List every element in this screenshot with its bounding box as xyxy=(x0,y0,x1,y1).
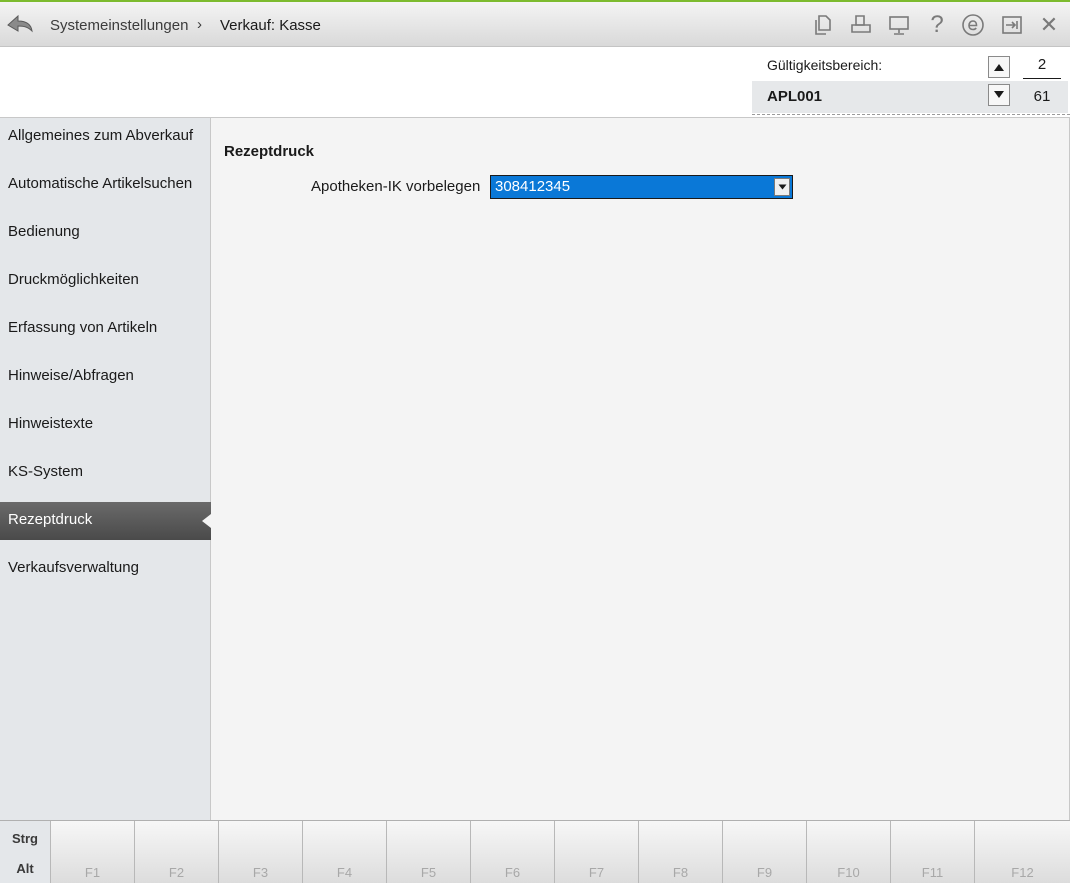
sidebar-item-label: Rezeptdruck xyxy=(8,511,93,528)
modifier-strg: Strg xyxy=(12,831,38,846)
sidebar-item-artikelsuchen[interactable]: Automatische Artikelsuchen xyxy=(0,166,211,204)
sidebar: Allgemeines zum Abverkauf Automatische A… xyxy=(0,117,211,820)
breadcrumb-separator: › xyxy=(197,16,202,33)
fkey-f3[interactable]: F3 xyxy=(218,821,302,883)
page-title: Verkauf: Kasse xyxy=(220,17,321,34)
sidebar-item-allgemeines[interactable]: Allgemeines zum Abverkauf xyxy=(0,118,211,156)
sidebar-item-label: Allgemeines zum Abverkauf xyxy=(8,127,194,144)
fkey-f10[interactable]: F10 xyxy=(806,821,890,883)
active-pointer-icon xyxy=(202,514,211,528)
close-glyph: ✕ xyxy=(1039,12,1059,37)
fkey-label: F6 xyxy=(504,865,521,880)
scope-code: APL001 xyxy=(767,88,823,105)
sidebar-item-hinweistexte[interactable]: Hinweistexte xyxy=(0,406,211,444)
apotheken-ik-select[interactable]: 308412345 xyxy=(490,175,793,199)
scope-label: Gültigkeitsbereich: xyxy=(767,57,883,73)
close-icon[interactable]: ✕ xyxy=(1037,13,1061,37)
scope-up-button[interactable] xyxy=(988,56,1010,78)
triangle-down-icon xyxy=(994,91,1004,98)
fkey-f5[interactable]: F5 xyxy=(386,821,470,883)
fkey-f2[interactable]: F2 xyxy=(134,821,218,883)
scope-divider xyxy=(1023,78,1061,79)
sidebar-item-druckmoeglichkeiten[interactable]: Druckmöglichkeiten xyxy=(0,262,211,300)
scope-code-row: APL001 xyxy=(752,81,1068,113)
help-glyph: ? xyxy=(930,11,944,38)
sidebar-item-label: Verkaufsverwaltung xyxy=(8,559,139,576)
sidebar-item-label: Hinweise/Abfragen xyxy=(8,367,134,384)
sidebar-item-label: Bedienung xyxy=(8,223,80,240)
fkey-f4[interactable]: F4 xyxy=(302,821,386,883)
sidebar-item-hinweise-abfragen[interactable]: Hinweise/Abfragen xyxy=(0,358,211,396)
fkey-f7[interactable]: F7 xyxy=(554,821,638,883)
fkey-label: F2 xyxy=(168,865,185,880)
sidebar-item-label: Erfassung von Artikeln xyxy=(8,319,158,336)
section-title: Rezeptdruck xyxy=(224,143,315,160)
fkey-label: F3 xyxy=(252,865,269,880)
modifier-column: Strg Alt xyxy=(0,821,50,883)
sidebar-item-erfassung[interactable]: Erfassung von Artikeln xyxy=(0,310,211,348)
top-info-area: Gültigkeitsbereich: APL001 2 61 xyxy=(0,47,1070,117)
e-info-icon[interactable] xyxy=(961,13,985,37)
copy-document-icon[interactable] xyxy=(811,13,835,37)
fkey-label: F11 xyxy=(921,865,944,880)
dropdown-button[interactable] xyxy=(774,178,790,196)
scope-panel: Gültigkeitsbereich: APL001 2 61 xyxy=(752,47,1070,115)
apotheken-ik-value: 308412345 xyxy=(495,178,571,195)
content-panel: Rezeptdruck Apotheken-IK vorbelegen 3084… xyxy=(211,117,1070,820)
sidebar-item-rezeptdruck[interactable]: Rezeptdruck xyxy=(0,502,211,540)
fkey-f9[interactable]: F9 xyxy=(722,821,806,883)
fkey-label: F4 xyxy=(336,865,353,880)
sidebar-item-label: Automatische Artikelsuchen xyxy=(8,175,193,192)
sidebar-item-label: Druckmöglichkeiten xyxy=(8,271,139,288)
fkey-label: F8 xyxy=(672,865,689,880)
scope-down-button[interactable] xyxy=(988,84,1010,106)
function-key-bar: Strg Alt F1 F2 F3 F4 F5 F6 F7 F8 F9 F10 … xyxy=(0,820,1070,883)
help-icon[interactable]: ? xyxy=(925,13,949,37)
sidebar-item-ks-system[interactable]: KS-System xyxy=(0,454,211,492)
print-icon[interactable] xyxy=(849,13,873,37)
sidebar-item-label: KS-System xyxy=(8,463,84,480)
sidebar-item-verkaufsverwaltung[interactable]: Verkaufsverwaltung xyxy=(0,550,211,588)
scope-value-top: 2 xyxy=(1037,56,1047,73)
back-arrow-icon[interactable] xyxy=(6,11,34,37)
chevron-down-icon xyxy=(778,184,787,190)
fkey-f11[interactable]: F11 xyxy=(890,821,974,883)
monitor-icon[interactable] xyxy=(887,13,911,37)
title-bar: Systemeinstellungen › Verkauf: Kasse ? ✕ xyxy=(0,0,1070,47)
fkey-label: F12 xyxy=(1011,865,1034,880)
apotheken-ik-label: Apotheken-IK vorbelegen xyxy=(311,178,481,195)
fkey-label: F1 xyxy=(84,865,101,880)
fkey-f12[interactable]: F12 xyxy=(974,821,1070,883)
breadcrumb-systemeinstellungen[interactable]: Systemeinstellungen xyxy=(50,17,188,34)
triangle-up-icon xyxy=(994,64,1004,71)
fkey-label: F10 xyxy=(837,865,860,880)
scope-value-bottom: 61 xyxy=(1033,88,1051,105)
fkey-f6[interactable]: F6 xyxy=(470,821,554,883)
modifier-alt: Alt xyxy=(16,861,34,876)
exit-icon[interactable] xyxy=(1000,13,1024,37)
fkey-label: F7 xyxy=(588,865,605,880)
fkey-label: F9 xyxy=(756,865,773,880)
sidebar-item-label: Hinweistexte xyxy=(8,415,94,432)
fkey-f8[interactable]: F8 xyxy=(638,821,722,883)
fkey-f1[interactable]: F1 xyxy=(50,821,134,883)
fkey-label: F5 xyxy=(420,865,437,880)
sidebar-item-bedienung[interactable]: Bedienung xyxy=(0,214,211,252)
